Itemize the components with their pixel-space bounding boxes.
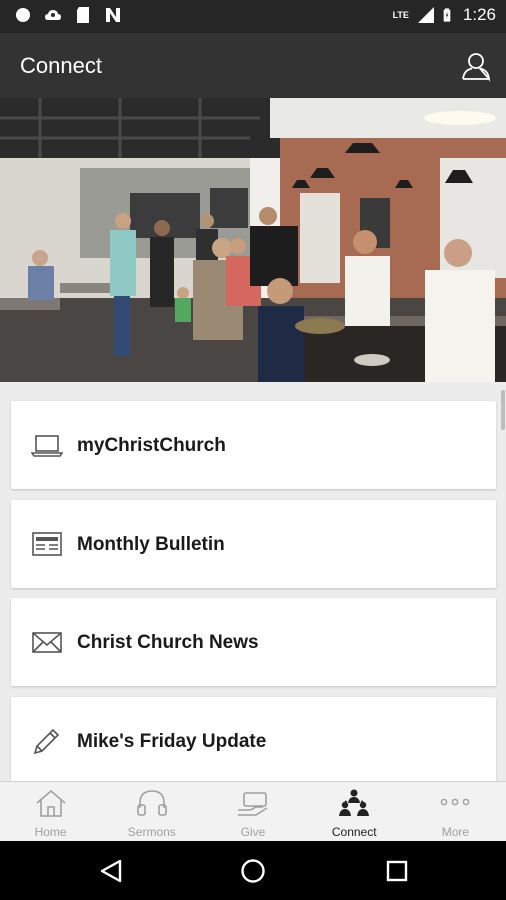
scrollbar[interactable] <box>501 390 505 430</box>
status-bar: LTE 1:26 <box>0 0 506 33</box>
newspaper-icon <box>32 532 62 556</box>
list-item-christ-church-news[interactable]: Christ Church News <box>11 598 496 686</box>
home-icon <box>36 789 66 817</box>
cloud-icon <box>45 10 61 20</box>
tab-connect[interactable]: Connect <box>304 782 405 841</box>
status-bar-left <box>14 6 122 24</box>
tab-label: Sermons <box>127 825 176 839</box>
tab-home[interactable]: Home <box>0 782 101 841</box>
hero-photo <box>0 98 506 382</box>
app-bar: Connect <box>0 33 506 98</box>
laptop-icon <box>31 435 63 457</box>
home-circle-icon[interactable] <box>240 858 266 884</box>
battery-icon <box>443 8 451 22</box>
notification-dot-icon <box>16 8 30 22</box>
giving-hand-icon <box>238 792 268 816</box>
list-item-label: myChristChurch <box>77 435 226 456</box>
envelope-icon <box>32 632 62 653</box>
list-item-mychristchurch[interactable]: myChristChurch <box>11 401 496 489</box>
tab-label: Give <box>240 825 266 839</box>
more-dots-icon <box>441 798 470 806</box>
tab-label: More <box>441 825 470 839</box>
list-item-label: Monthly Bulletin <box>77 534 225 555</box>
list-item-label: Christ Church News <box>77 632 259 653</box>
back-icon[interactable] <box>98 858 124 884</box>
connect-list: myChristChurch Monthly Bulletin Christ C… <box>0 382 506 782</box>
pencil-icon <box>33 728 60 755</box>
church-cafe-photo <box>0 98 506 382</box>
status-bar-right: LTE 1:26 <box>393 5 496 25</box>
bottom-tab-bar: Home Sermons Give Connect More <box>0 781 506 841</box>
list-item-label: Mike's Friday Update <box>77 731 267 752</box>
network-type-label: LTE <box>392 10 409 20</box>
tab-more[interactable]: More <box>405 782 506 841</box>
tab-give[interactable]: Give <box>202 782 303 841</box>
n-icon <box>106 8 120 22</box>
signal-icon <box>417 7 434 23</box>
tab-label: Home <box>34 825 67 839</box>
headphones-icon <box>136 790 167 816</box>
tab-sermons[interactable]: Sermons <box>101 782 202 841</box>
tab-label: Connect <box>331 825 377 839</box>
recents-icon[interactable] <box>384 858 410 884</box>
person-icon[interactable] <box>460 50 492 82</box>
list-item-monthly-bulletin[interactable]: Monthly Bulletin <box>11 500 496 588</box>
page-title: Connect <box>20 53 102 78</box>
system-nav-bar <box>0 841 506 900</box>
list-item-mikes-friday-update[interactable]: Mike's Friday Update <box>11 697 496 782</box>
people-icon <box>339 789 370 816</box>
sd-card-icon <box>77 7 89 23</box>
clock: 1:26 <box>462 5 496 24</box>
